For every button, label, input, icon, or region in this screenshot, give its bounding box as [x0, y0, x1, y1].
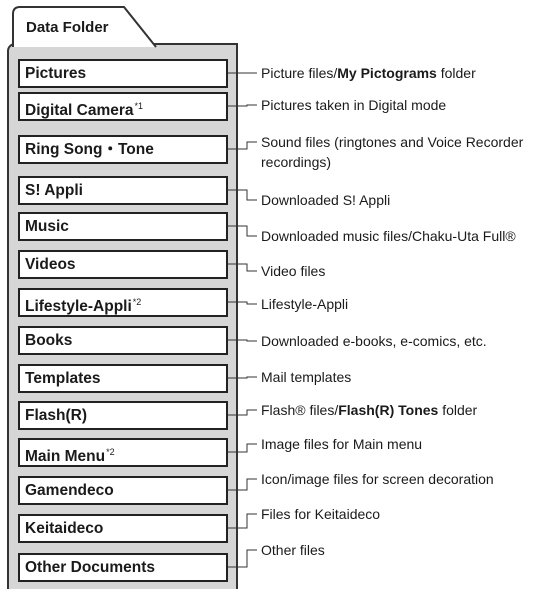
connector-line	[228, 339, 257, 342]
connector-line	[228, 104, 257, 107]
folder-item[interactable]: Main Menu*2	[18, 438, 228, 467]
connector-line	[228, 549, 257, 568]
folder-label: Lifestyle-Appli	[25, 298, 132, 315]
folder-item[interactable]: Books	[18, 326, 228, 355]
footnote-marker: *2	[106, 447, 115, 457]
footnote-marker: *2	[132, 297, 142, 307]
folder-label: Flash(R)	[25, 407, 87, 424]
folder-item[interactable]: Videos	[18, 250, 228, 279]
folder-item[interactable]: Ring Song・Tone	[18, 135, 228, 164]
folder-item[interactable]: Flash(R)	[18, 401, 228, 430]
data-folder-tab: Data Folder	[12, 6, 158, 48]
connector-line	[228, 443, 257, 453]
folder-item[interactable]: Digital Camera*1	[18, 92, 228, 121]
connector-line	[228, 225, 257, 237]
folder-label: Digital Camera	[25, 102, 134, 119]
folder-label: Keitaideco	[25, 520, 104, 537]
data-folder-title: Data Folder	[26, 19, 109, 36]
connector-line	[228, 141, 257, 150]
connector-line	[228, 301, 257, 305]
folder-item[interactable]: Other Documents	[18, 553, 228, 582]
connector-line	[228, 189, 257, 201]
folder-label: Books	[25, 332, 73, 349]
folder-label: Main Menu	[25, 448, 106, 465]
folder-label: Gamendeco	[25, 482, 114, 499]
folder-label: Music	[25, 218, 69, 235]
folder-label: S! Appli	[25, 182, 83, 199]
connector-line	[228, 376, 257, 379]
connector-line	[228, 478, 257, 491]
folder-item[interactable]: S! Appli	[18, 176, 228, 205]
folder-item[interactable]: Pictures	[18, 59, 228, 88]
folder-item[interactable]: Lifestyle-Appli*2	[18, 288, 228, 317]
folder-label: Templates	[25, 370, 101, 387]
connector-line	[228, 409, 257, 416]
folder-label: Videos	[25, 256, 76, 273]
connector-line	[228, 263, 257, 272]
folder-label: Pictures	[25, 65, 87, 82]
folder-item[interactable]: Gamendeco	[18, 476, 228, 505]
folder-item[interactable]: Keitaideco	[18, 514, 228, 543]
folder-item[interactable]: Templates	[18, 364, 228, 393]
folder-label: Ring Song・Tone	[25, 141, 154, 158]
footnote-marker: *1	[134, 101, 144, 111]
connector-line	[228, 513, 257, 529]
folder-label: Other Documents	[25, 559, 156, 576]
folder-item[interactable]: Music	[18, 212, 228, 241]
